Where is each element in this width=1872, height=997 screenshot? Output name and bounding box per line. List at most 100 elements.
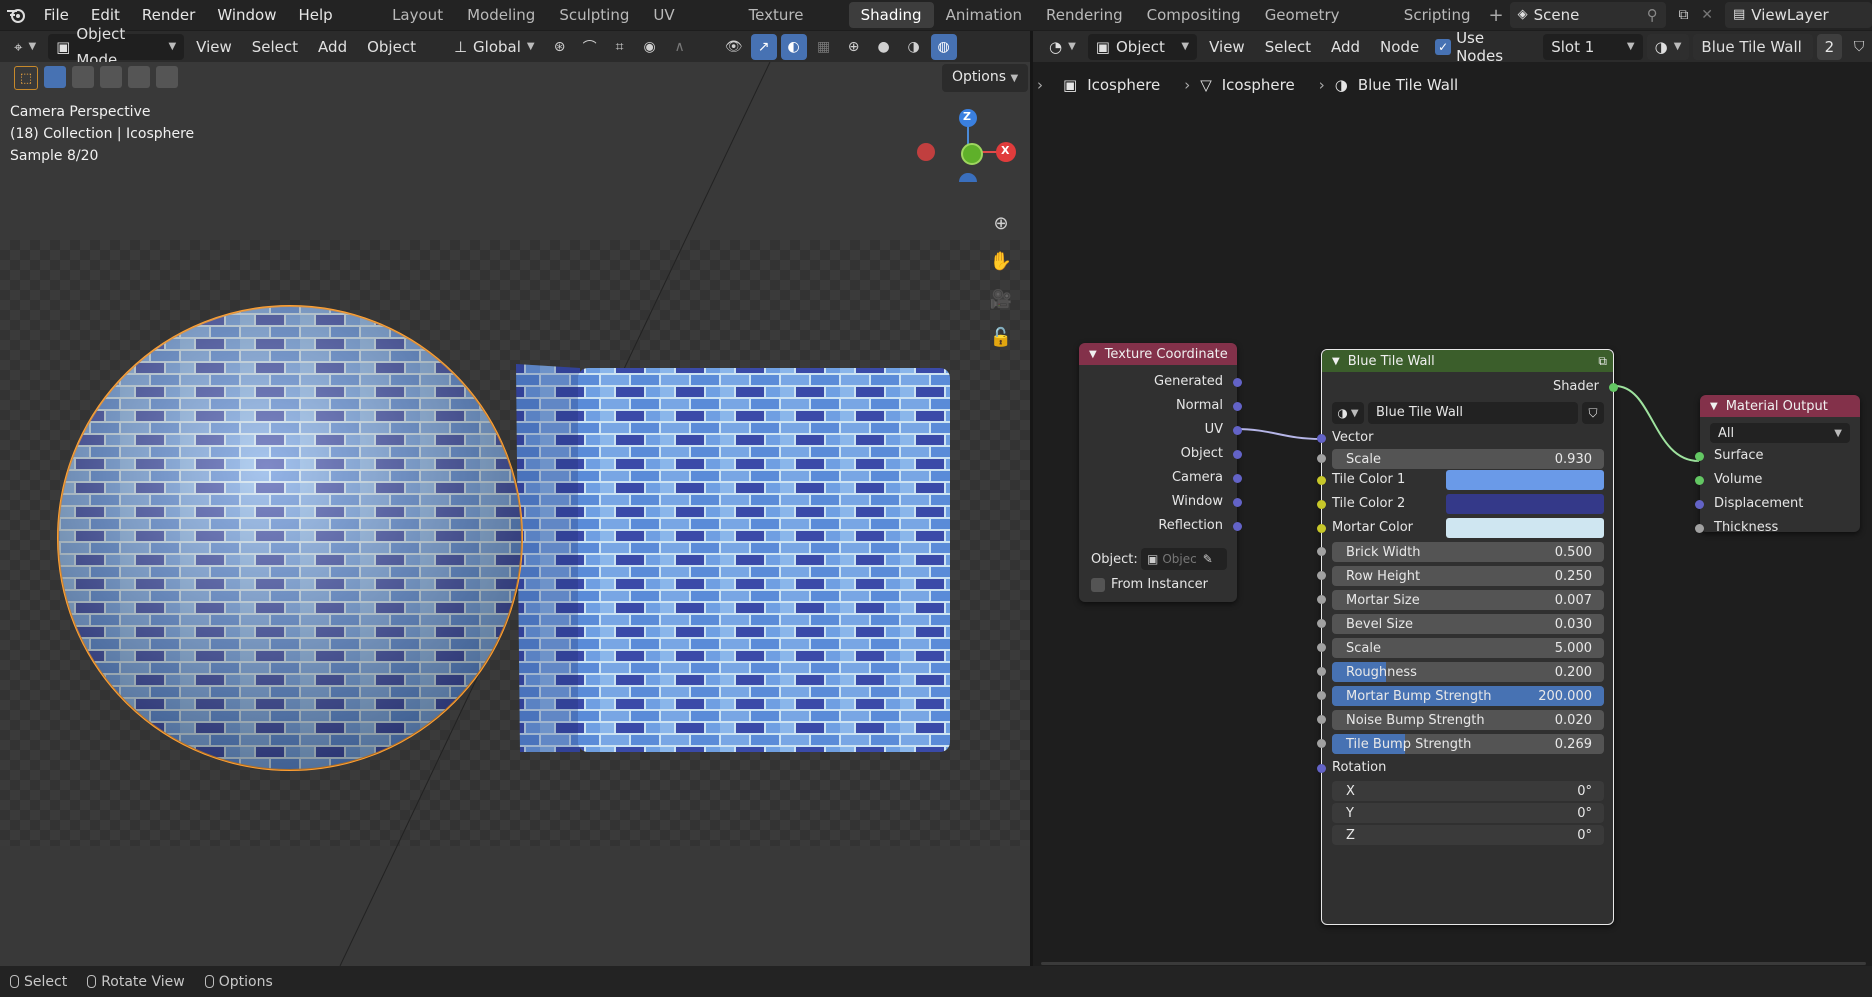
tab-scripting[interactable]: Scripting [1392, 2, 1483, 28]
group-browse-button[interactable]: ◑ ▼ [1332, 402, 1364, 424]
node-menu-select[interactable]: Select [1257, 33, 1319, 61]
socket-brick-width[interactable] [1317, 547, 1326, 556]
shader-type-dropdown[interactable]: ▣ Object ▼ [1087, 33, 1198, 60]
socket-shader-out[interactable] [1609, 383, 1618, 392]
scale-2-field[interactable]: Scale 5.000 [1332, 638, 1604, 658]
from-instancer-checkbox[interactable]: From Instancer [1091, 577, 1208, 592]
menu-help[interactable]: Help [287, 0, 343, 30]
overlays-toggle-icon[interactable]: ◐ [780, 33, 807, 60]
use-nodes-checkbox[interactable]: ✓ Use Nodes [1435, 29, 1535, 65]
brick-width-field[interactable]: Brick Width 0.500 [1332, 542, 1604, 562]
shading-solid-icon[interactable]: ● [871, 34, 897, 60]
socket-vector-in[interactable] [1317, 434, 1326, 443]
node-group-icon[interactable]: ⧉ [1598, 354, 1607, 369]
viewport-menu-select[interactable]: Select [244, 33, 306, 61]
tab-layout[interactable]: Layout [380, 2, 455, 28]
shader-node-editor[interactable]: › ▣ Icosphere › ▽ Icosphere › ◑ Blue Til… [1033, 62, 1872, 966]
socket-window[interactable] [1233, 498, 1242, 507]
tab-sculpting[interactable]: Sculpting [547, 2, 641, 28]
add-workspace-icon[interactable]: + [1483, 5, 1510, 26]
navigation-gizmo[interactable]: Z X [900, 82, 1030, 191]
socket-scale-in[interactable] [1317, 454, 1326, 463]
orientation-dropdown[interactable]: ⊥ Global ▼ [446, 34, 543, 60]
material-output-header[interactable]: ▼ Material Output [1700, 395, 1860, 417]
tab-shading[interactable]: Shading [848, 2, 934, 28]
socket-tile-color-1[interactable] [1317, 476, 1326, 485]
socket-mortar-size[interactable] [1317, 595, 1326, 604]
tile-bump-strength-field[interactable]: Tile Bump Strength 0.269 [1332, 734, 1604, 754]
new-scene-icon[interactable]: ⧉ [1672, 2, 1696, 28]
socket-scale-2[interactable] [1317, 643, 1326, 652]
collapse-icon[interactable]: ▼ [1332, 356, 1340, 367]
bevel-size-field[interactable]: Bevel Size 0.030 [1332, 614, 1604, 634]
rotation-y-field[interactable]: Y 0° [1332, 803, 1604, 823]
menu-file[interactable]: File [33, 0, 80, 30]
object-picker-field[interactable]: ▣ Objec ✎ [1141, 548, 1227, 570]
zoom-icon[interactable]: ⊕ [988, 210, 1014, 236]
socket-volume[interactable] [1695, 476, 1704, 485]
socket-bevel-size[interactable] [1317, 619, 1326, 628]
snap-target-icon[interactable]: ⌗ [607, 34, 633, 60]
tab-rendering[interactable]: Rendering [1034, 2, 1135, 28]
socket-row-height[interactable] [1317, 571, 1326, 580]
node-editor-type-button[interactable]: ◔ ▼ [1041, 34, 1084, 60]
tab-uv-editing[interactable]: UV Editing [641, 2, 736, 50]
material-name-field[interactable]: Blue Tile Wall [1693, 33, 1813, 60]
noise-bump-strength-field[interactable]: Noise Bump Strength 0.020 [1332, 710, 1604, 730]
blue-tile-wall-group-node[interactable]: ▼ Blue Tile Wall ⧉ Shader ◑ ▼ Blue Tile W… [1317, 349, 1618, 925]
tab-animation[interactable]: Animation [934, 2, 1034, 28]
mortar-color-swatch[interactable] [1446, 518, 1604, 538]
rotation-z-field[interactable]: Z 0° [1332, 825, 1604, 845]
pin-icon[interactable]: ⚲ [1647, 2, 1658, 28]
socket-uv[interactable] [1233, 426, 1242, 435]
pivot-icon[interactable]: ⊛ [547, 34, 573, 60]
row-height-field[interactable]: Row Height 0.250 [1332, 566, 1604, 586]
delete-scene-icon[interactable]: ✕ [1695, 2, 1719, 28]
slot-dropdown[interactable]: Slot 1 ▼ [1543, 33, 1643, 60]
shading-wireframe-icon[interactable]: ⊕ [841, 34, 867, 60]
socket-displacement[interactable] [1695, 500, 1704, 509]
eyedropper-icon[interactable]: ✎ [1203, 552, 1213, 566]
shading-rendered-icon[interactable]: ◍ [930, 33, 957, 60]
group-datablock-selector[interactable]: ◑ ▼ Blue Tile Wall ⛉ [1332, 402, 1604, 424]
mortar-size-field[interactable]: Mortar Size 0.007 [1332, 590, 1604, 610]
fake-user-shield-icon[interactable]: ⛉ [1582, 402, 1604, 424]
user-count-badge[interactable]: 2 [1816, 33, 1843, 60]
node-editor-scrollbar[interactable] [1041, 962, 1866, 965]
snap-icon[interactable]: ⌒ [577, 34, 603, 60]
socket-mortar-color[interactable] [1317, 524, 1326, 533]
collapse-icon[interactable]: ▼ [1089, 349, 1097, 360]
view-layer-selector[interactable]: ▤ ViewLayer [1725, 2, 1872, 28]
tab-modeling[interactable]: Modeling [455, 2, 547, 28]
socket-surface[interactable] [1695, 452, 1704, 461]
visibility-icon[interactable]: 👁 [721, 34, 747, 60]
pan-hand-icon[interactable]: ✋ [988, 248, 1014, 274]
scene-selector[interactable]: ◈ Scene ⚲ [1509, 2, 1666, 28]
tab-texture-paint[interactable]: Texture Paint [737, 2, 849, 50]
texture-coordinate-node[interactable]: ▼ Texture Coordinate Generated Normal UV… [1079, 343, 1242, 602]
mode-dropdown[interactable]: ▣ Object Mode ▼ [48, 25, 185, 69]
socket-tile-color-2[interactable] [1317, 500, 1326, 509]
group-node-header[interactable]: ▼ Blue Tile Wall ⧉ [1322, 350, 1613, 372]
material-output-node[interactable]: ▼ Material Output All ▼ Surface Volume D… [1695, 395, 1860, 535]
3d-viewport[interactable]: ⬚ Options ▼ Camera Perspective (18) Coll… [0, 62, 1030, 966]
socket-mortar-bump-strength[interactable] [1317, 691, 1326, 700]
group-datablock-name[interactable]: Blue Tile Wall [1368, 402, 1578, 424]
menu-window[interactable]: Window [206, 0, 287, 30]
blender-logo-icon[interactable] [0, 7, 33, 23]
socket-rotation-in[interactable] [1317, 764, 1326, 773]
fake-user-shield-icon[interactable]: ⛉ [1846, 34, 1872, 60]
xray-icon[interactable]: ▦ [811, 34, 837, 60]
socket-generated[interactable] [1233, 378, 1242, 387]
viewport-menu-add[interactable]: Add [310, 33, 355, 61]
socket-object[interactable] [1233, 450, 1242, 459]
node-menu-node[interactable]: Node [1372, 33, 1427, 61]
roughness-field[interactable]: Roughness 0.200 [1332, 662, 1604, 682]
socket-noise-bump-strength[interactable] [1317, 715, 1326, 724]
tile-color-1-swatch[interactable] [1446, 470, 1604, 490]
socket-roughness[interactable] [1317, 667, 1326, 676]
gizmo-toggle-icon[interactable]: ↗ [750, 33, 777, 60]
socket-camera[interactable] [1233, 474, 1242, 483]
falloff-icon[interactable]: ∧ [667, 34, 693, 60]
socket-tile-bump-strength[interactable] [1317, 739, 1326, 748]
